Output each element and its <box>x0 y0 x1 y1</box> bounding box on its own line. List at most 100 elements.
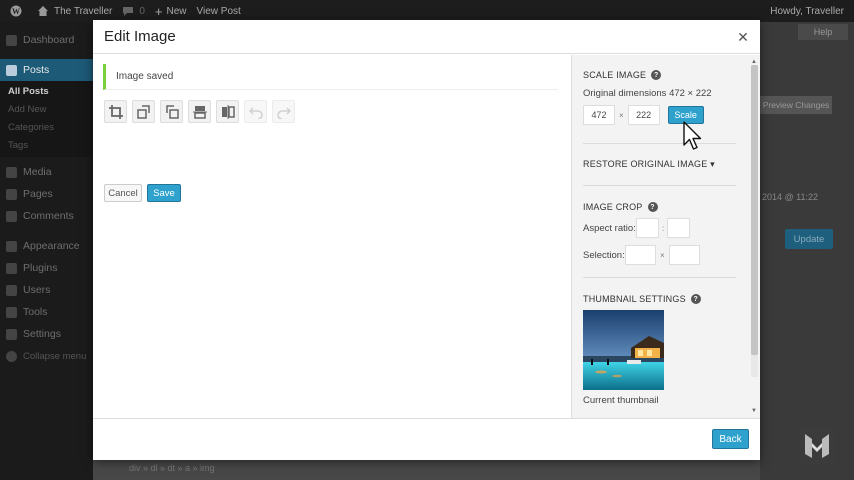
aspect-ratio-height-input[interactable] <box>667 218 691 238</box>
view-post-link[interactable]: View Post <box>197 6 241 17</box>
settings-icon <box>6 328 17 340</box>
wordpress-logo-icon[interactable]: W <box>10 5 27 17</box>
sidebar-item-label: Dashboard <box>23 34 75 46</box>
help-icon[interactable]: ? <box>651 70 662 80</box>
submenu-tags[interactable]: Tags <box>0 137 93 155</box>
sidebar-item-label: Users <box>23 284 51 296</box>
sidebar-item-label: Appearance <box>23 240 80 252</box>
crop-button[interactable] <box>104 100 127 123</box>
restore-original-toggle[interactable]: RESTORE ORIGINAL IMAGE ▾ <box>583 159 736 170</box>
modal-header: Edit Image <box>93 20 760 54</box>
sidebar-item-appearance[interactable]: Appearance <box>0 235 93 257</box>
image-crop-section: IMAGE CROP ? Aspect ratio: : Selection: … <box>583 202 736 265</box>
selection-width-input[interactable] <box>625 245 656 265</box>
modal-title: Edit Image <box>104 28 176 45</box>
sidebar-item-comments[interactable]: Comments <box>0 205 93 227</box>
edit-image-modal: Edit Image ✕ Image saved Cancel Save SCA… <box>93 20 760 460</box>
flip-vertical-button[interactable] <box>188 100 211 123</box>
sidebar-item-tools[interactable]: Tools <box>0 301 93 323</box>
redo-button[interactable] <box>272 100 295 123</box>
rotate-right-button[interactable] <box>160 100 183 123</box>
submenu-categories[interactable]: Categories <box>0 119 93 137</box>
selection-height-input[interactable] <box>668 245 700 265</box>
restore-original-section[interactable]: RESTORE ORIGINAL IMAGE ▾ <box>583 159 736 170</box>
selection-row: Selection: × <box>583 245 736 265</box>
user-greeting[interactable]: Howdy, Traveller <box>770 6 844 17</box>
sidebar-item-label: Pages <box>23 188 53 200</box>
flip-vertical-icon <box>192 105 207 119</box>
sidebar-item-plugins[interactable]: Plugins <box>0 257 93 279</box>
help-icon[interactable]: ? <box>690 294 701 304</box>
aspect-separator: : <box>662 223 665 233</box>
sidebar-item-posts[interactable]: Posts <box>0 59 93 81</box>
scale-height-input[interactable]: 222 <box>627 105 660 125</box>
undo-icon <box>248 106 263 119</box>
selection-label: Selection: <box>583 249 625 261</box>
sidebar-collapse-menu[interactable]: Collapse menu <box>0 345 93 367</box>
divider <box>583 277 736 278</box>
current-thumbnail-image <box>583 310 664 390</box>
sidebar-item-dashboard[interactable]: Dashboard <box>0 29 93 51</box>
aspect-ratio-label: Aspect ratio: <box>583 222 636 234</box>
rotate-left-icon <box>136 104 150 119</box>
rotate-right-icon <box>165 104 179 119</box>
admin-bar: W The Traveller 0 + New View Post Howdy,… <box>0 0 854 22</box>
pages-icon <box>6 188 17 200</box>
comment-bubble-icon <box>123 7 134 16</box>
sidebar-item-label: Collapse menu <box>23 350 87 362</box>
sidebar-item-settings[interactable]: Settings <box>0 323 93 345</box>
flip-horizontal-icon <box>221 104 235 119</box>
comments-link[interactable]: 0 <box>122 5 145 17</box>
times-sign: × <box>619 110 624 120</box>
sidebar-item-label: Settings <box>23 328 61 340</box>
thumbnail-settings-title: THUMBNAIL SETTINGS ? <box>583 294 736 304</box>
scrollbar-thumb[interactable] <box>751 65 758 355</box>
submenu-add-new[interactable]: Add New <box>0 101 93 119</box>
channel-logo-icon <box>799 427 835 465</box>
help-icon[interactable]: ? <box>647 202 658 212</box>
submenu-all-posts[interactable]: All Posts <box>0 83 93 101</box>
mouse-pointer-icon <box>683 121 702 150</box>
aspect-ratio-row: Aspect ratio: : <box>583 218 736 238</box>
new-content-link[interactable]: + New <box>155 4 187 19</box>
save-button[interactable]: Save <box>147 184 181 202</box>
sidebar-item-users[interactable]: Users <box>0 279 93 301</box>
current-thumbnail-caption: Current thumbnail <box>583 395 659 406</box>
scroll-down-arrow-icon[interactable]: ▼ <box>751 408 757 414</box>
back-button[interactable]: Back <box>712 429 749 449</box>
image-saved-notice: Image saved <box>103 64 558 90</box>
dashboard-icon <box>6 34 17 46</box>
cancel-button[interactable]: Cancel <box>104 184 142 202</box>
image-crop-heading: IMAGE CROP <box>583 202 643 212</box>
site-name: The Traveller <box>54 5 113 17</box>
aspect-ratio-width-input[interactable] <box>636 218 659 238</box>
publish-date: 2014 @ 11:22 <box>762 192 819 202</box>
scale-image-section: SCALE IMAGE ? Original dimensions 472 × … <box>583 70 736 125</box>
plugins-icon <box>6 262 17 274</box>
background-editor-sidebar: Help Preview Changes 2014 @ 11:22 Update <box>760 22 854 480</box>
update-button: Update <box>785 229 833 249</box>
sidebar-item-label: Media <box>23 166 52 178</box>
divider <box>583 143 736 144</box>
site-name-link[interactable]: The Traveller <box>37 5 112 17</box>
new-label: New <box>166 5 187 17</box>
image-crop-title: IMAGE CROP ? <box>583 202 736 212</box>
rotate-left-button[interactable] <box>132 100 155 123</box>
original-dimensions: Original dimensions 472 × 222 <box>583 88 712 99</box>
plus-icon: + <box>154 3 163 19</box>
sidebar-item-pages[interactable]: Pages <box>0 183 93 205</box>
scale-width-input[interactable]: 472 <box>583 105 615 125</box>
image-toolbar <box>104 100 300 123</box>
undo-button[interactable] <box>244 100 267 123</box>
posts-submenu: All Posts Add New Categories Tags <box>0 81 93 157</box>
preview-changes-button: Preview Changes <box>760 96 832 114</box>
settings-scrollbar[interactable] <box>751 65 758 377</box>
flip-horizontal-button[interactable] <box>216 100 239 123</box>
comments-icon <box>6 210 17 222</box>
scroll-up-arrow-icon[interactable]: ▲ <box>751 59 757 65</box>
scale-image-title: SCALE IMAGE ? <box>583 70 736 80</box>
home-icon <box>38 6 48 16</box>
close-icon[interactable]: ✕ <box>734 28 752 46</box>
sidebar-item-media[interactable]: Media <box>0 161 93 183</box>
sidebar-item-label: Posts <box>23 64 50 76</box>
